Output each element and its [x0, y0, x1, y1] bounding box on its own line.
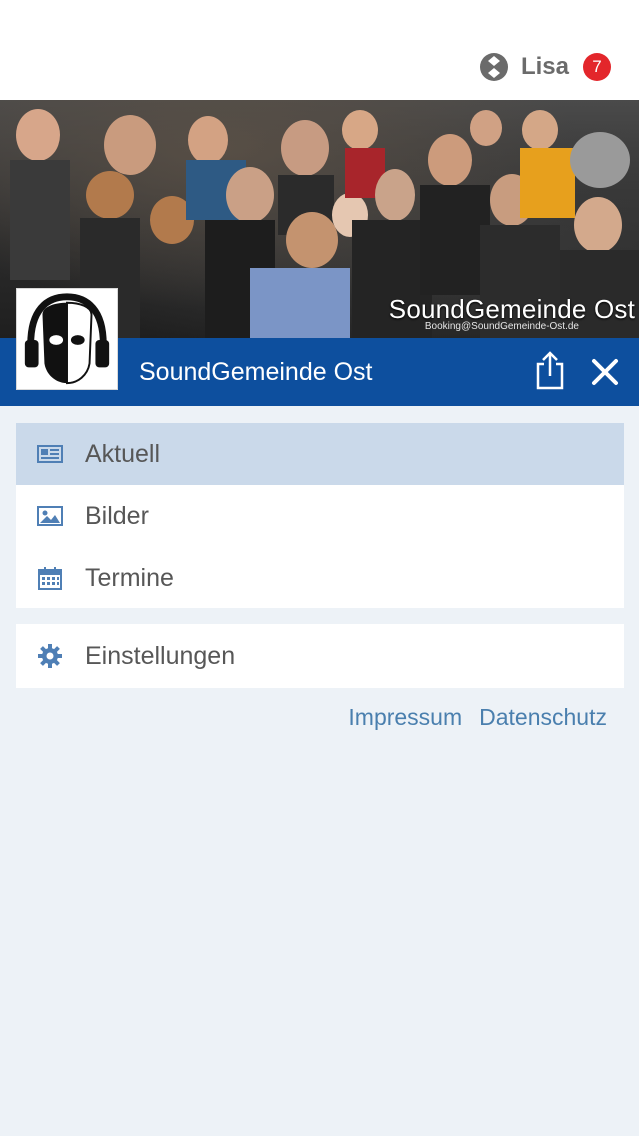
menu-item-einstellungen[interactable]: Einstellungen	[16, 624, 624, 688]
share-icon[interactable]	[532, 350, 568, 392]
top-bar: Lisa 7	[0, 0, 639, 100]
app-logo	[16, 288, 118, 390]
newspaper-icon	[37, 445, 63, 463]
close-icon[interactable]	[588, 355, 622, 389]
menu-item-label: Bilder	[85, 501, 149, 530]
navigation-menu: Aktuell Bilder Termine	[16, 423, 624, 608]
footer-links: Impressum Datenschutz	[331, 704, 607, 731]
menu-item-aktuell[interactable]: Aktuell	[16, 423, 624, 485]
user-name[interactable]: Lisa	[521, 53, 569, 81]
header-title: SoundGemeinde Ost	[139, 358, 373, 386]
impressum-link[interactable]: Impressum	[348, 704, 462, 731]
menu-item-label: Aktuell	[85, 439, 161, 468]
profile-badge-icon	[479, 53, 508, 81]
gear-icon	[38, 644, 62, 668]
menu-item-bilder[interactable]: Bilder	[16, 485, 624, 547]
user-account[interactable]: Lisa 7	[479, 51, 611, 83]
menu-item-label: Einstellungen	[85, 641, 236, 670]
menu-item-termine[interactable]: Termine	[16, 547, 624, 609]
headphones-mask-logo	[24, 293, 110, 385]
image-icon	[37, 506, 63, 526]
settings-menu: Einstellungen	[16, 624, 624, 688]
notification-badge[interactable]: 7	[583, 53, 611, 81]
calendar-icon	[38, 567, 62, 590]
banner-booking-email: Booking@SoundGemeinde-Ost.de	[424, 321, 579, 332]
menu-item-label: Termine	[85, 563, 174, 592]
datenschutz-link[interactable]: Datenschutz	[479, 704, 607, 731]
